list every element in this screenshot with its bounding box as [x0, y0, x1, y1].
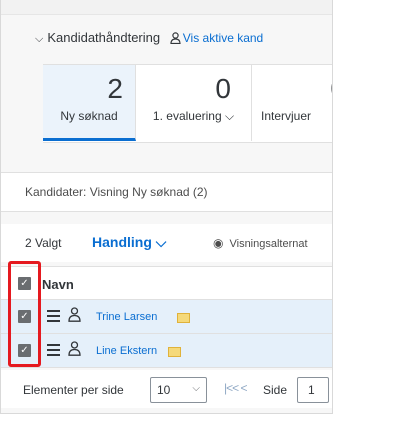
tile-label: Intervjuer: [261, 109, 312, 123]
tile-count: 0: [215, 73, 231, 104]
items-per-page-label: Elementer per side: [23, 383, 124, 397]
chevron-down-icon[interactable]: ⌵: [35, 33, 43, 46]
checkbox-highlight-box: [8, 261, 41, 367]
top-band: [1, 0, 332, 15]
tile-interviews[interactable]: 0 Intervjuer: [252, 65, 332, 141]
app-frame: ⌵ Kandidathåndtering Vis aktive kand 2 Ny…: [0, 0, 333, 414]
page-number-input[interactable]: 1: [297, 377, 329, 403]
section-title: Kandidathåndtering: [47, 30, 161, 45]
eye-icon: ◉: [213, 236, 224, 250]
person-icon: [68, 341, 81, 361]
selected-count: 2 Valgt: [25, 236, 62, 250]
list-subtitle: Kandidater: Visning Ny søknad (2): [25, 185, 208, 199]
candidate-name-link[interactable]: Trine Larsen: [96, 311, 157, 323]
action-menu-button[interactable]: Handling ⌵: [92, 234, 166, 251]
list-subtitle-bar: Kandidater: Visning Ny søknad (2): [1, 172, 332, 212]
tile-new-application[interactable]: 2 Ny søknad: [43, 65, 136, 141]
items-per-page-value: 10: [157, 383, 171, 397]
menu-icon[interactable]: [47, 344, 60, 356]
status-tiles: 2 Ny søknad 0 1. evaluering ⌵ 0 Intervju…: [43, 64, 332, 143]
person-icon: [170, 32, 181, 47]
menu-icon[interactable]: [47, 310, 60, 322]
mail-icon[interactable]: [168, 347, 181, 357]
table-row[interactable]: ✓ Trine Larsen: [1, 300, 332, 334]
tile-label: 1. evaluering ⌵: [152, 109, 235, 123]
page-label: Side: [263, 383, 288, 397]
candidate-name-link[interactable]: Line Ekstern: [96, 345, 157, 357]
pagination-bar: Elementer per side 10 ⌵ |<< < Side 1: [1, 370, 332, 408]
tile-first-evaluation[interactable]: 0 1. evaluering ⌵: [136, 65, 252, 141]
first-page-icon[interactable]: |<< <: [224, 381, 248, 395]
view-options-label: Visningsalternat: [229, 238, 308, 250]
candidate-table: ✓ Navn ✓ Trine Larsen ✓ Line Ekstern: [1, 266, 332, 368]
list-toolbar: 2 Valgt Handling ⌵ ◉ Visningsalternat: [1, 224, 332, 262]
person-icon: [68, 307, 81, 327]
chevron-down-icon: ⌵: [192, 383, 200, 394]
items-per-page-select[interactable]: 10 ⌵: [150, 377, 207, 403]
section-header[interactable]: ⌵ Kandidathåndtering Vis aktive kand: [35, 30, 263, 47]
table-header-row: ✓ Navn: [1, 267, 332, 300]
page-number-value: 1: [308, 383, 315, 397]
table-row[interactable]: ✓ Line Ekstern: [1, 334, 332, 368]
tile-count: 2: [107, 73, 123, 104]
mail-icon[interactable]: [177, 313, 190, 323]
column-header-name[interactable]: Navn: [42, 277, 74, 292]
tile-label: Ny søknad: [60, 109, 118, 123]
view-options-button[interactable]: ◉ Visningsalternat: [213, 236, 308, 250]
tile-count: 0: [252, 73, 332, 105]
show-active-candidates-link[interactable]: Vis aktive kand: [183, 31, 264, 45]
